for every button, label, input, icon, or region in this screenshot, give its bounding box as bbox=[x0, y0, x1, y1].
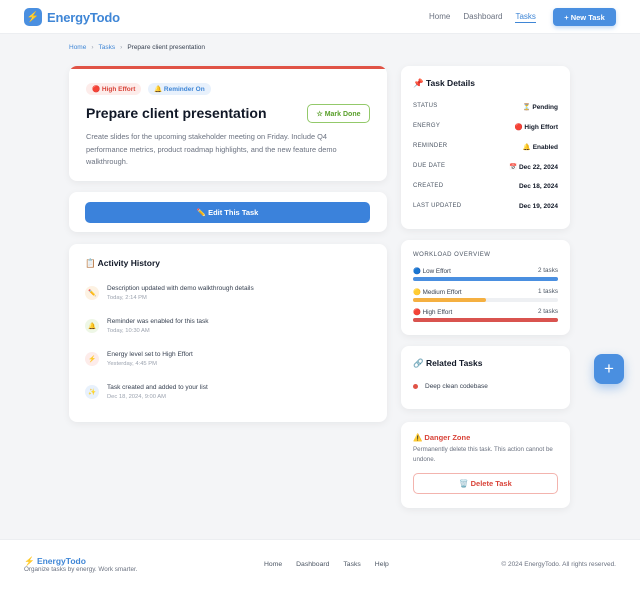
reminder-value: 🔔 Enabled bbox=[522, 144, 558, 151]
activity-text: Task created and added to your list bbox=[107, 384, 208, 391]
last-updated-value: Dec 19, 2024 bbox=[518, 203, 558, 210]
workload-medium-fill bbox=[413, 298, 486, 302]
activity-text: Energy level set to High Effort bbox=[107, 351, 193, 358]
workload-low-count: 2 tasks bbox=[538, 267, 558, 274]
related-title: 🔗 Related Tasks bbox=[413, 358, 483, 368]
workload-overview-card: WORKLOAD OVERVIEW 🔵 Low Effort 2 tasks 🟡… bbox=[401, 240, 570, 335]
footer-tagline: Organize tasks by energy. Work smarter. bbox=[24, 566, 138, 573]
footer-link-help[interactable]: Help bbox=[375, 561, 389, 568]
last-updated-label: LAST UPDATED bbox=[413, 203, 462, 209]
energy-value: 🔴 High Effort bbox=[514, 124, 558, 131]
breadcrumb-separator: › bbox=[120, 44, 123, 51]
workload-high-count: 2 tasks bbox=[538, 308, 558, 315]
activity-title: 📋 Activity History bbox=[85, 258, 160, 268]
related-tasks-card: 🔗 Related Tasks Deep clean codebase bbox=[401, 346, 570, 409]
workload-low-label: 🔵 Low Effort bbox=[413, 268, 451, 275]
lightning-icon: ⚡ bbox=[85, 352, 99, 366]
bell-icon: 🔔 bbox=[85, 319, 99, 333]
activity-text: Reminder was enabled for this task bbox=[107, 318, 209, 325]
activity-item: 🔔 Reminder was enabled for this task Tod… bbox=[85, 318, 375, 342]
workload-title: WORKLOAD OVERVIEW bbox=[413, 252, 491, 258]
footer-link-dashboard[interactable]: Dashboard bbox=[296, 561, 329, 568]
due-date-value: 📅 Dec 22, 2024 bbox=[509, 164, 558, 171]
created-label: CREATED bbox=[413, 183, 444, 189]
activity-time: Today, 10:30 AM bbox=[107, 328, 150, 334]
breadcrumb: Home › Tasks › Prepare client presentati… bbox=[69, 44, 205, 51]
add-task-fab[interactable]: + bbox=[594, 354, 624, 384]
footer-copyright: © 2024 EnergyTodo. All rights reserved. bbox=[501, 561, 616, 568]
brand-name: EnergyTodo bbox=[47, 9, 120, 25]
nav-home[interactable]: Home bbox=[429, 12, 450, 23]
breadcrumb-current: Prepare client presentation bbox=[127, 44, 205, 51]
new-task-button[interactable]: + New Task bbox=[553, 8, 616, 26]
task-details-card: 📌 Task Details STATUS ⏳ Pending ENERGY 🔴… bbox=[401, 66, 570, 229]
workload-medium-count: 1 tasks bbox=[538, 288, 558, 295]
task-title: Prepare client presentation bbox=[86, 105, 267, 121]
workload-high-label: 🔴 High Effort bbox=[413, 309, 453, 316]
sparkles-icon: ✨ bbox=[85, 385, 99, 399]
reminder-badge: 🔔 Reminder On bbox=[148, 83, 211, 95]
breadcrumb-separator: › bbox=[91, 44, 94, 51]
task-hero-card: 🔴 High Effort 🔔 Reminder On Prepare clie… bbox=[69, 66, 387, 181]
activity-history-card: 📋 Activity History ✏️ Description update… bbox=[69, 244, 387, 422]
breadcrumb-home[interactable]: Home bbox=[69, 44, 86, 51]
mark-done-button[interactable]: ☆ Mark Done bbox=[307, 104, 370, 123]
workload-high-fill bbox=[413, 318, 558, 322]
top-header: ⚡ EnergyTodo Home Dashboard Tasks + New … bbox=[0, 0, 640, 34]
danger-description: Permanently delete this task. This actio… bbox=[413, 446, 553, 463]
activity-text: Description updated with demo walkthroug… bbox=[107, 285, 254, 292]
delete-task-button[interactable]: 🗑️ Delete Task bbox=[413, 473, 558, 494]
activity-time: Yesterday, 4:45 PM bbox=[107, 361, 157, 367]
due-date-label: DUE DATE bbox=[413, 163, 446, 169]
effort-badge: 🔴 High Effort bbox=[86, 83, 142, 95]
main-nav: Home Dashboard Tasks bbox=[429, 12, 549, 23]
energy-label: ENERGY bbox=[413, 123, 441, 129]
activity-item: ✏️ Description updated with demo walkthr… bbox=[85, 285, 375, 309]
activity-time: Dec 18, 2024, 9:00 AM bbox=[107, 394, 166, 400]
related-task-link[interactable]: Deep clean codebase bbox=[425, 383, 488, 390]
created-value: Dec 18, 2024 bbox=[518, 183, 558, 190]
workload-medium-bar bbox=[413, 298, 558, 302]
edit-card: ✏️ Edit This Task bbox=[69, 192, 387, 232]
footer-link-tasks[interactable]: Tasks bbox=[343, 561, 360, 568]
nav-dashboard[interactable]: Dashboard bbox=[463, 12, 502, 23]
nav-tasks[interactable]: Tasks bbox=[515, 12, 536, 23]
reminder-label: REMINDER bbox=[413, 143, 448, 149]
breadcrumb-tasks[interactable]: Tasks bbox=[99, 44, 116, 51]
activity-time: Today, 2:14 PM bbox=[107, 295, 147, 301]
footer-link-home[interactable]: Home bbox=[264, 561, 282, 568]
status-label: STATUS bbox=[413, 103, 438, 109]
workload-low-fill bbox=[413, 277, 558, 281]
status-value: ⏳ Pending bbox=[522, 104, 558, 111]
brand-logo[interactable]: ⚡ EnergyTodo bbox=[24, 8, 120, 26]
priority-bar bbox=[69, 66, 387, 69]
footer: ⚡ EnergyTodo Organize tasks by energy. W… bbox=[0, 539, 640, 589]
lightning-icon: ⚡ bbox=[24, 8, 42, 26]
activity-item: ⚡ Energy level set to High Effort Yester… bbox=[85, 351, 375, 375]
workload-low-bar bbox=[413, 277, 558, 281]
danger-zone-card: ⚠️ Danger Zone Permanently delete this t… bbox=[401, 422, 570, 508]
edit-task-button[interactable]: ✏️ Edit This Task bbox=[85, 202, 370, 223]
activity-item: ✨ Task created and added to your list De… bbox=[85, 384, 375, 408]
workload-high-bar bbox=[413, 318, 558, 322]
details-title: 📌 Task Details bbox=[413, 78, 475, 88]
pencil-icon: ✏️ bbox=[85, 286, 99, 300]
danger-title: ⚠️ Danger Zone bbox=[413, 433, 471, 442]
workload-medium-label: 🟡 Medium Effort bbox=[413, 289, 462, 296]
footer-nav: Home Dashboard Tasks Help bbox=[264, 561, 403, 568]
task-description: Create slides for the upcoming stakehold… bbox=[86, 132, 337, 166]
priority-dot bbox=[413, 384, 418, 389]
